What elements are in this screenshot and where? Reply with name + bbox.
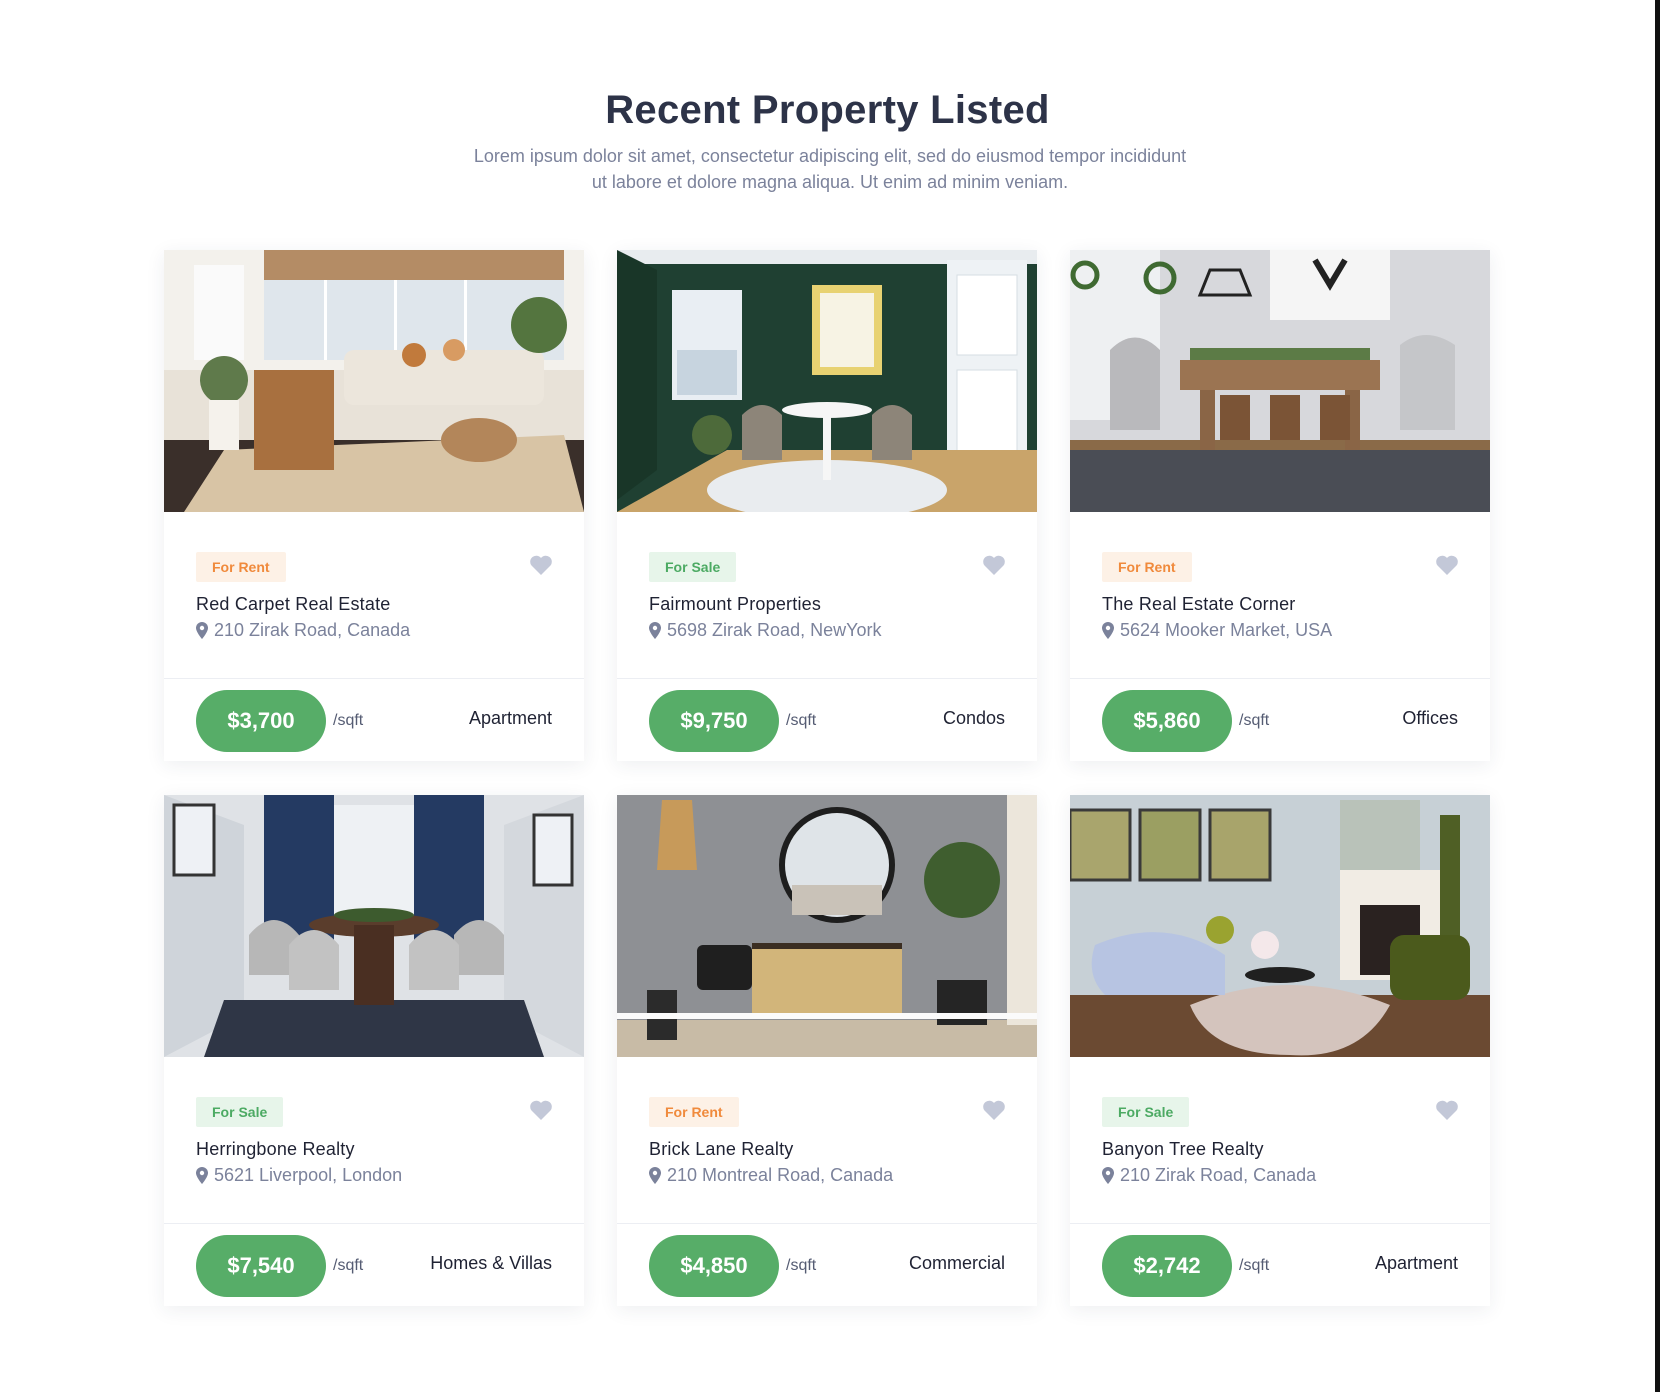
location-pin-icon xyxy=(649,622,661,639)
address-text: 5698 Zirak Road, NewYork xyxy=(667,620,882,640)
card-divider xyxy=(164,678,584,679)
card-divider xyxy=(164,1223,584,1224)
card-divider xyxy=(1070,1223,1490,1224)
price-unit: /sqft xyxy=(786,712,817,729)
address-text: 210 Montreal Road, Canada xyxy=(667,1165,894,1185)
location-pin-icon xyxy=(196,622,208,639)
address-text: 5621 Liverpool, London xyxy=(214,1165,403,1185)
price-button[interactable]: $9,750 xyxy=(649,690,779,752)
property-type: Offices xyxy=(1402,708,1458,728)
status-badge: For Rent xyxy=(649,1097,739,1127)
heart-icon[interactable] xyxy=(1435,554,1459,576)
property-name[interactable]: Brick Lane Realty xyxy=(649,1139,793,1160)
property-image[interactable] xyxy=(617,795,1037,1057)
price-unit: /sqft xyxy=(333,1257,364,1274)
property-type: Condos xyxy=(942,708,1005,728)
location-pin-icon xyxy=(649,1167,661,1184)
property-image[interactable] xyxy=(1070,795,1490,1057)
address-text: 5624 Mooker Market, USA xyxy=(1120,620,1333,640)
property-image[interactable] xyxy=(1070,250,1490,512)
property-card[interactable]: For Rent Brick Lane Realty 210 Montreal … xyxy=(617,795,1037,1306)
address-text: 210 Zirak Road, Canada xyxy=(1120,1165,1317,1185)
property-type: Apartment xyxy=(468,708,552,728)
property-name[interactable]: Banyon Tree Realty xyxy=(1102,1139,1264,1160)
card-divider xyxy=(617,678,1037,679)
price-unit: /sqft xyxy=(786,1257,817,1274)
property-image[interactable] xyxy=(164,795,584,1057)
card-divider xyxy=(1070,678,1490,679)
address-text: 210 Zirak Road, Canada xyxy=(214,620,411,640)
property-address: 210 Zirak Road, Canada xyxy=(1102,1165,1316,1186)
heart-icon[interactable] xyxy=(529,554,553,576)
property-image[interactable] xyxy=(617,250,1037,512)
property-name[interactable]: Herringbone Realty xyxy=(196,1139,355,1160)
property-card[interactable]: For Sale Banyon Tree Realty 210 Zirak Ro… xyxy=(1070,795,1490,1306)
property-name[interactable]: The Real Estate Corner xyxy=(1102,594,1296,615)
property-name[interactable]: Red Carpet Real Estate xyxy=(196,594,391,615)
status-badge: For Rent xyxy=(196,552,286,582)
price-unit: /sqft xyxy=(333,712,364,729)
property-card[interactable]: For Rent Red Carpet Real Estate 210 Zira… xyxy=(164,250,584,761)
property-address: 210 Montreal Road, Canada xyxy=(649,1165,893,1186)
card-divider xyxy=(617,1223,1037,1224)
property-address: 210 Zirak Road, Canada xyxy=(196,620,410,641)
property-type: Apartment xyxy=(1374,1253,1458,1273)
window-edge xyxy=(1655,0,1660,1392)
heart-icon[interactable] xyxy=(982,1099,1006,1121)
heart-icon[interactable] xyxy=(529,1099,553,1121)
property-address: 5624 Mooker Market, USA xyxy=(1102,620,1332,641)
property-listing-page: Recent Property Listed Lorem ipsum dolor… xyxy=(0,0,1660,1392)
price-button[interactable]: $2,742 xyxy=(1102,1235,1232,1297)
heart-icon[interactable] xyxy=(982,554,1006,576)
price-unit: /sqft xyxy=(1239,712,1270,729)
location-pin-icon xyxy=(1102,1167,1114,1184)
status-badge: For Rent xyxy=(1102,552,1192,582)
status-badge: For Sale xyxy=(649,552,737,582)
property-grid: For Rent Red Carpet Real Estate 210 Zira… xyxy=(0,0,1655,1392)
property-type: Commercial xyxy=(908,1253,1005,1273)
price-button[interactable]: $5,860 xyxy=(1102,690,1232,752)
location-pin-icon xyxy=(1102,622,1114,639)
location-pin-icon xyxy=(196,1167,208,1184)
property-name[interactable]: Fairmount Properties xyxy=(649,594,821,615)
property-card[interactable]: For Sale Fairmount Properties 5698 Zirak… xyxy=(617,250,1037,761)
property-card[interactable]: For Sale Herringbone Realty 5621 Liverpo… xyxy=(164,795,584,1306)
price-unit: /sqft xyxy=(1239,1257,1270,1274)
property-address: 5621 Liverpool, London xyxy=(196,1165,402,1186)
price-button[interactable]: $4,850 xyxy=(649,1235,779,1297)
property-address: 5698 Zirak Road, NewYork xyxy=(649,620,881,641)
status-badge: For Sale xyxy=(1102,1097,1190,1127)
price-button[interactable]: $7,540 xyxy=(196,1235,326,1297)
price-button[interactable]: $3,700 xyxy=(196,690,326,752)
property-type: Homes & Villas xyxy=(430,1253,552,1273)
status-badge: For Sale xyxy=(196,1097,284,1127)
property-image[interactable] xyxy=(164,250,584,512)
property-card[interactable]: For Rent The Real Estate Corner 5624 Moo… xyxy=(1070,250,1490,761)
heart-icon[interactable] xyxy=(1435,1099,1459,1121)
